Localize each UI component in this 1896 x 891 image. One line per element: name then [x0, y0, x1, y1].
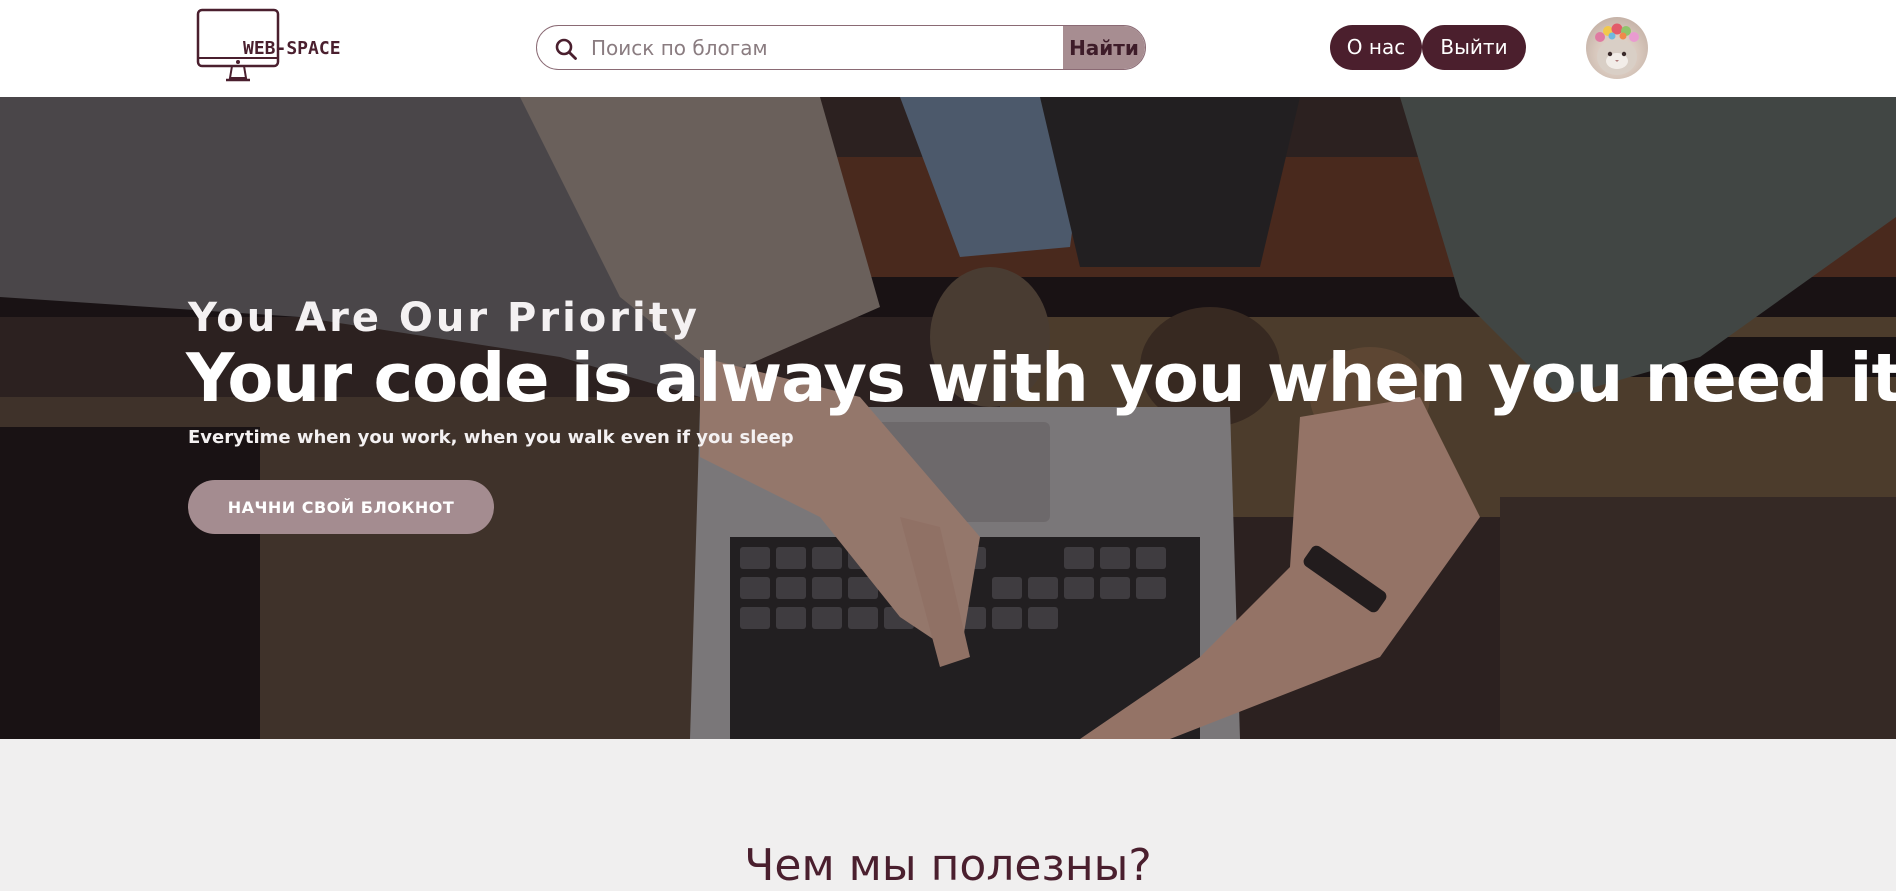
search-input[interactable]: [591, 26, 1061, 69]
section-title: Чем мы полезны?: [744, 840, 1152, 891]
search-icon: [555, 38, 577, 60]
hero-title: Your code is always with you when you ne…: [186, 339, 1896, 417]
hero-subtitle: Everytime when you work, when you walk e…: [188, 427, 794, 448]
hero-section: You Are Our Priority Your code is always…: [0, 97, 1896, 739]
site-header: WEB-SPACE Найти О нас Выйти: [0, 0, 1896, 97]
hero-overlay: [0, 97, 1896, 739]
logout-button[interactable]: Выйти: [1422, 25, 1526, 70]
nav-about-button[interactable]: О нас: [1330, 25, 1422, 70]
logo-text: WEB-SPACE: [243, 38, 341, 59]
site-logo[interactable]: WEB-SPACE: [196, 8, 346, 84]
user-avatar[interactable]: [1586, 17, 1648, 79]
hero-eyebrow: You Are Our Priority: [188, 295, 700, 341]
search-bar: Найти: [536, 25, 1146, 70]
avatar-image: [1595, 23, 1639, 75]
start-notebook-button[interactable]: НАЧНИ СВОЙ БЛОКНОТ: [188, 480, 494, 534]
search-button[interactable]: Найти: [1063, 26, 1145, 69]
